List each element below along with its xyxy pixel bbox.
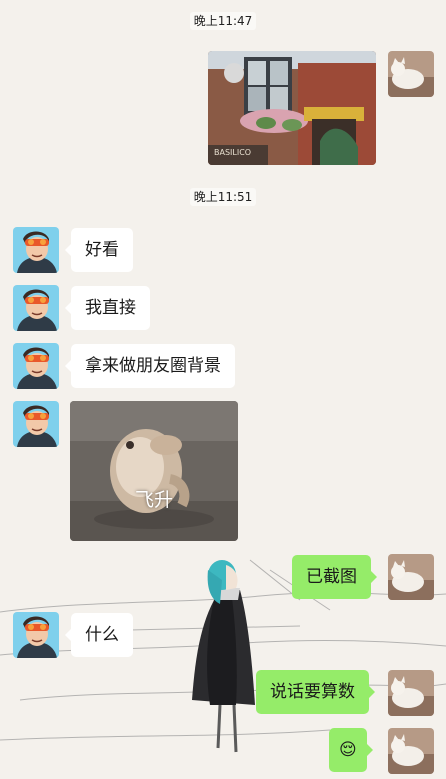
friend-avatar[interactable]: [13, 285, 59, 331]
sticker-caption: 飞升: [134, 489, 173, 511]
photo-message[interactable]: BASILICO: [208, 51, 376, 165]
relieved-face-emoji: 😌: [339, 740, 357, 760]
timestamp: 晚上11:51: [0, 188, 446, 206]
white-cat-icon: [388, 670, 434, 716]
message-bubble-incoming[interactable]: 好看: [65, 228, 133, 272]
message-bubble-outgoing[interactable]: 说话要算数: [256, 670, 375, 714]
storefront-sign: BASILICO: [214, 148, 251, 157]
sticker-message[interactable]: 飞升: [70, 401, 238, 541]
message-bubble-outgoing[interactable]: 已截图: [292, 555, 377, 599]
timestamp: 晚上11:47: [0, 12, 446, 30]
message-bubble-outgoing[interactable]: 😌: [329, 728, 373, 772]
timestamp-text: 晚上11:51: [189, 188, 257, 206]
chat-area[interactable]: 晚上11:47 BASILICO 晚上11:51 好看 我直接 拿来做朋友圈背景…: [0, 0, 446, 779]
friend-avatar[interactable]: [13, 343, 59, 389]
message-bubble-incoming[interactable]: 我直接: [65, 286, 150, 330]
white-cat-icon: [388, 728, 434, 774]
white-cat-icon: [388, 51, 434, 97]
anime-boy-icon: [13, 612, 59, 658]
my-avatar[interactable]: [388, 728, 434, 774]
anime-boy-icon: [13, 401, 59, 447]
message-bubble-incoming[interactable]: 拿来做朋友圈背景: [65, 344, 235, 388]
white-cat-icon: [388, 554, 434, 600]
timestamp-text: 晚上11:47: [189, 12, 257, 30]
anime-boy-icon: [13, 227, 59, 273]
my-avatar[interactable]: [388, 554, 434, 600]
friend-avatar[interactable]: [13, 401, 59, 447]
message-bubble-incoming[interactable]: 什么: [65, 613, 133, 657]
storefront-photo: BASILICO: [208, 51, 376, 165]
anime-boy-icon: [13, 285, 59, 331]
friend-avatar[interactable]: [13, 612, 59, 658]
friend-avatar[interactable]: [13, 227, 59, 273]
my-avatar[interactable]: [388, 670, 434, 716]
my-avatar[interactable]: [388, 51, 434, 97]
anime-boy-icon: [13, 343, 59, 389]
hamster-sticker: [70, 401, 238, 541]
